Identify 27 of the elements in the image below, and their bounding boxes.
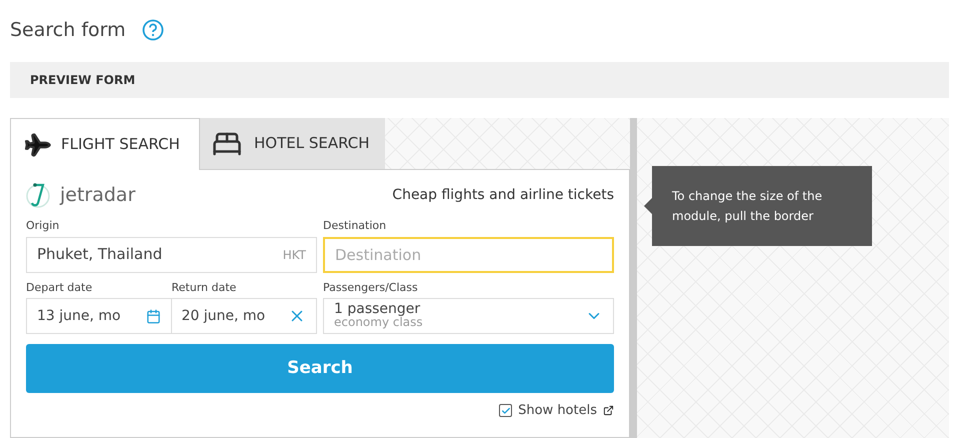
preview-title: PREVIEW FORM: [30, 72, 136, 89]
passenger-count: 1 passenger: [334, 303, 420, 316]
logo-icon: [26, 181, 52, 209]
field-label: Passengers/Class: [323, 280, 419, 296]
calendar-icon: [146, 308, 160, 324]
help-icon[interactable]: [142, 19, 164, 41]
brand-name: jetradar: [60, 182, 136, 208]
search-tab[interactable]: HOTEL SEARCH: [200, 118, 385, 170]
field-label: Depart date: [26, 280, 94, 296]
resize-handle[interactable]: [630, 118, 637, 438]
show-hotels-label[interactable]: Show hotels: [518, 401, 597, 420]
passengers-select[interactable]: 1 passenger economy class: [323, 298, 614, 334]
airport-code: HKT: [282, 246, 306, 264]
search-tab[interactable]: FLIGHT SEARCH: [10, 118, 200, 170]
return-date-field[interactable]: 20 june, mo: [172, 298, 317, 334]
show-hotels-checkbox[interactable]: [499, 404, 512, 418]
popup-icon[interactable]: [603, 405, 614, 416]
brand-tagline: Cheap flights and airline tickets: [392, 186, 614, 204]
class-label: economy class: [334, 316, 423, 329]
destination-field[interactable]: Destination: [323, 236, 614, 272]
tooltip-text: To change the size of the module, pull the border: [672, 188, 824, 225]
origin-field[interactable]: Phuket, Thailand HKT: [26, 236, 317, 272]
field-label: Destination: [323, 218, 388, 234]
field-label: Return date: [172, 280, 238, 296]
field-label: Origin: [26, 218, 60, 234]
page-title: Search form: [10, 18, 126, 43]
depart-date-field[interactable]: 13 june, mo: [26, 298, 172, 334]
